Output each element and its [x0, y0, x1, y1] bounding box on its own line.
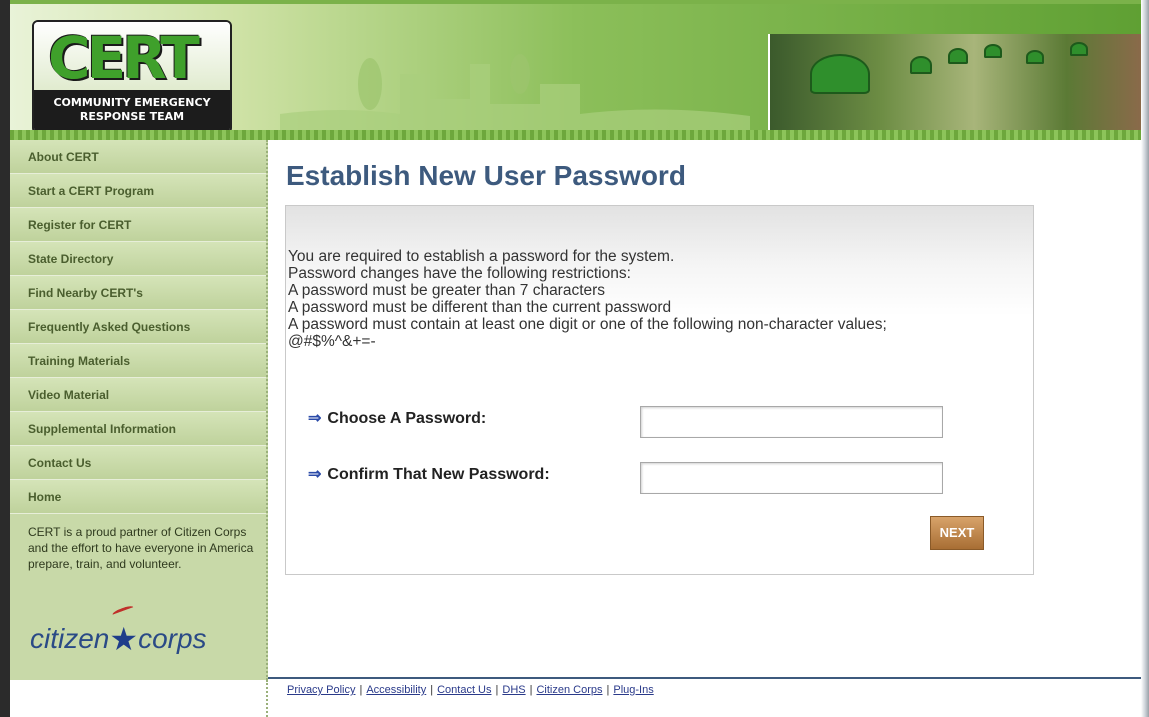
instruction-line: A password must be greater than 7 charac… — [288, 282, 606, 299]
sidebar-item-find-nearby[interactable]: Find Nearby CERT's — [10, 276, 266, 310]
helmet-photo — [1026, 50, 1044, 64]
logo-text: CERT — [48, 24, 200, 92]
logo-subtitle-line2: RESPONSE TEAM — [79, 110, 185, 123]
instruction-line: @#$%^&+=- — [288, 333, 376, 350]
star-icon: ★ — [109, 621, 139, 657]
footer-link-dhs[interactable]: DHS — [502, 684, 525, 696]
sidebar-item-start-program[interactable]: Start a CERT Program — [10, 174, 266, 208]
arrow-right-icon: ⇒ — [308, 410, 322, 427]
cert-logo[interactable]: CERT COMMUNITY EMERGENCY RESPONSE TEAM — [32, 20, 232, 134]
logo-subtitle: COMMUNITY EMERGENCY RESPONSE TEAM — [34, 90, 230, 132]
window-left-frame — [0, 0, 10, 717]
footer-link-contact[interactable]: Contact Us — [437, 684, 491, 696]
next-button[interactable]: NEXT — [930, 516, 984, 550]
citizen-corps-logo[interactable]: citizen★corps — [30, 604, 207, 657]
footer-link-plugins[interactable]: Plug-Ins — [613, 684, 653, 696]
citizen-corps-word2: corps — [138, 623, 207, 654]
sidebar-item-contact-us[interactable]: Contact Us — [10, 446, 266, 480]
volunteer-photo-strip — [768, 34, 1141, 130]
swoosh-icon — [111, 604, 135, 618]
choose-password-input[interactable] — [640, 406, 943, 438]
footer-link-citizen-corps[interactable]: Citizen Corps — [536, 684, 602, 696]
footer-link-privacy[interactable]: Privacy Policy — [287, 684, 355, 696]
confirm-password-label: ⇒ Confirm That New Password: — [308, 464, 550, 484]
confirm-password-input[interactable] — [640, 462, 943, 494]
header-stripe — [10, 130, 1141, 140]
instruction-line: A password must contain at least one dig… — [288, 316, 887, 333]
footer-links: Privacy Policy | Accessibility | Contact Us |… — [287, 684, 654, 696]
sidebar: About CERT Start a CERT Program Register… — [10, 140, 268, 680]
sidebar-item-state-directory[interactable]: State Directory — [10, 242, 266, 276]
helmet-photo — [1070, 42, 1088, 56]
footer-sidebar-space — [10, 680, 268, 717]
sidebar-item-video-material[interactable]: Video Material — [10, 378, 266, 412]
footer-separator: | — [495, 684, 499, 696]
choose-password-label-text: Choose A Password: — [327, 410, 487, 427]
footer-separator: | — [529, 684, 533, 696]
footer-divider — [268, 677, 1141, 679]
site-header: CERT COMMUNITY EMERGENCY RESPONSE TEAM — [10, 0, 1141, 140]
partner-text: CERT is a proud partner of Citizen Corps… — [28, 525, 254, 571]
window-right-shadow — [1141, 0, 1149, 717]
footer-separator: | — [359, 684, 363, 696]
confirm-password-label-text: Confirm That New Password: — [327, 466, 550, 483]
footer-separator: | — [430, 684, 434, 696]
footer-separator: | — [606, 684, 610, 696]
password-form-panel: You are required to establish a password… — [285, 205, 1034, 575]
footer-link-accessibility[interactable]: Accessibility — [366, 684, 426, 696]
sidebar-item-training-materials[interactable]: Training Materials — [10, 344, 266, 378]
helmet-photo — [910, 56, 932, 74]
helmet-photo — [810, 54, 870, 94]
instruction-line: You are required to establish a password… — [288, 248, 675, 265]
citizen-corps-word1: citizen — [30, 623, 110, 654]
sidebar-item-home[interactable]: Home — [10, 480, 266, 514]
instructions: You are required to establish a password… — [288, 248, 1033, 350]
skyline-graphic — [280, 54, 750, 134]
sidebar-item-supplemental-info[interactable]: Supplemental Information — [10, 412, 266, 446]
sidebar-item-faq[interactable]: Frequently Asked Questions — [10, 310, 266, 344]
sidebar-item-about-cert[interactable]: About CERT — [10, 140, 266, 174]
helmet-photo — [984, 44, 1002, 58]
instruction-line: Password changes have the following rest… — [288, 265, 631, 282]
logo-subtitle-line1: COMMUNITY EMERGENCY — [53, 96, 211, 109]
sidebar-item-register[interactable]: Register for CERT — [10, 208, 266, 242]
page-title: Establish New User Password — [286, 160, 686, 191]
instruction-line: A password must be different than the cu… — [288, 299, 672, 316]
choose-password-label: ⇒ Choose A Password: — [308, 408, 486, 428]
helmet-photo — [948, 48, 968, 64]
arrow-right-icon: ⇒ — [308, 466, 322, 483]
